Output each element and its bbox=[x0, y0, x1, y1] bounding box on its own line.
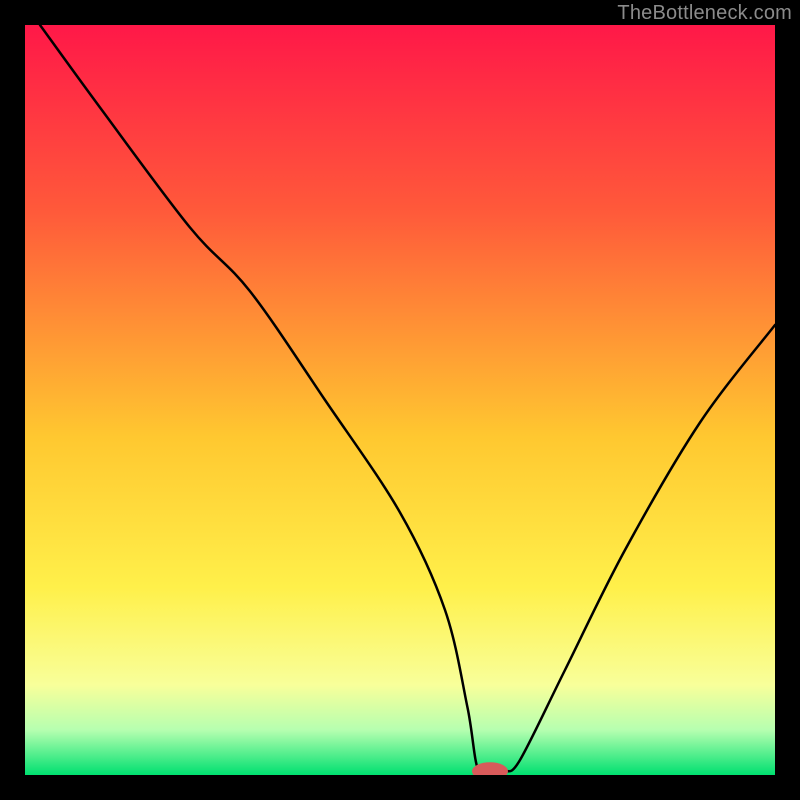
chart-frame: TheBottleneck.com bbox=[0, 0, 800, 800]
gradient-background bbox=[25, 25, 775, 775]
chart-svg bbox=[25, 25, 775, 775]
watermark-text: TheBottleneck.com bbox=[617, 2, 792, 25]
plot-area bbox=[25, 25, 775, 775]
